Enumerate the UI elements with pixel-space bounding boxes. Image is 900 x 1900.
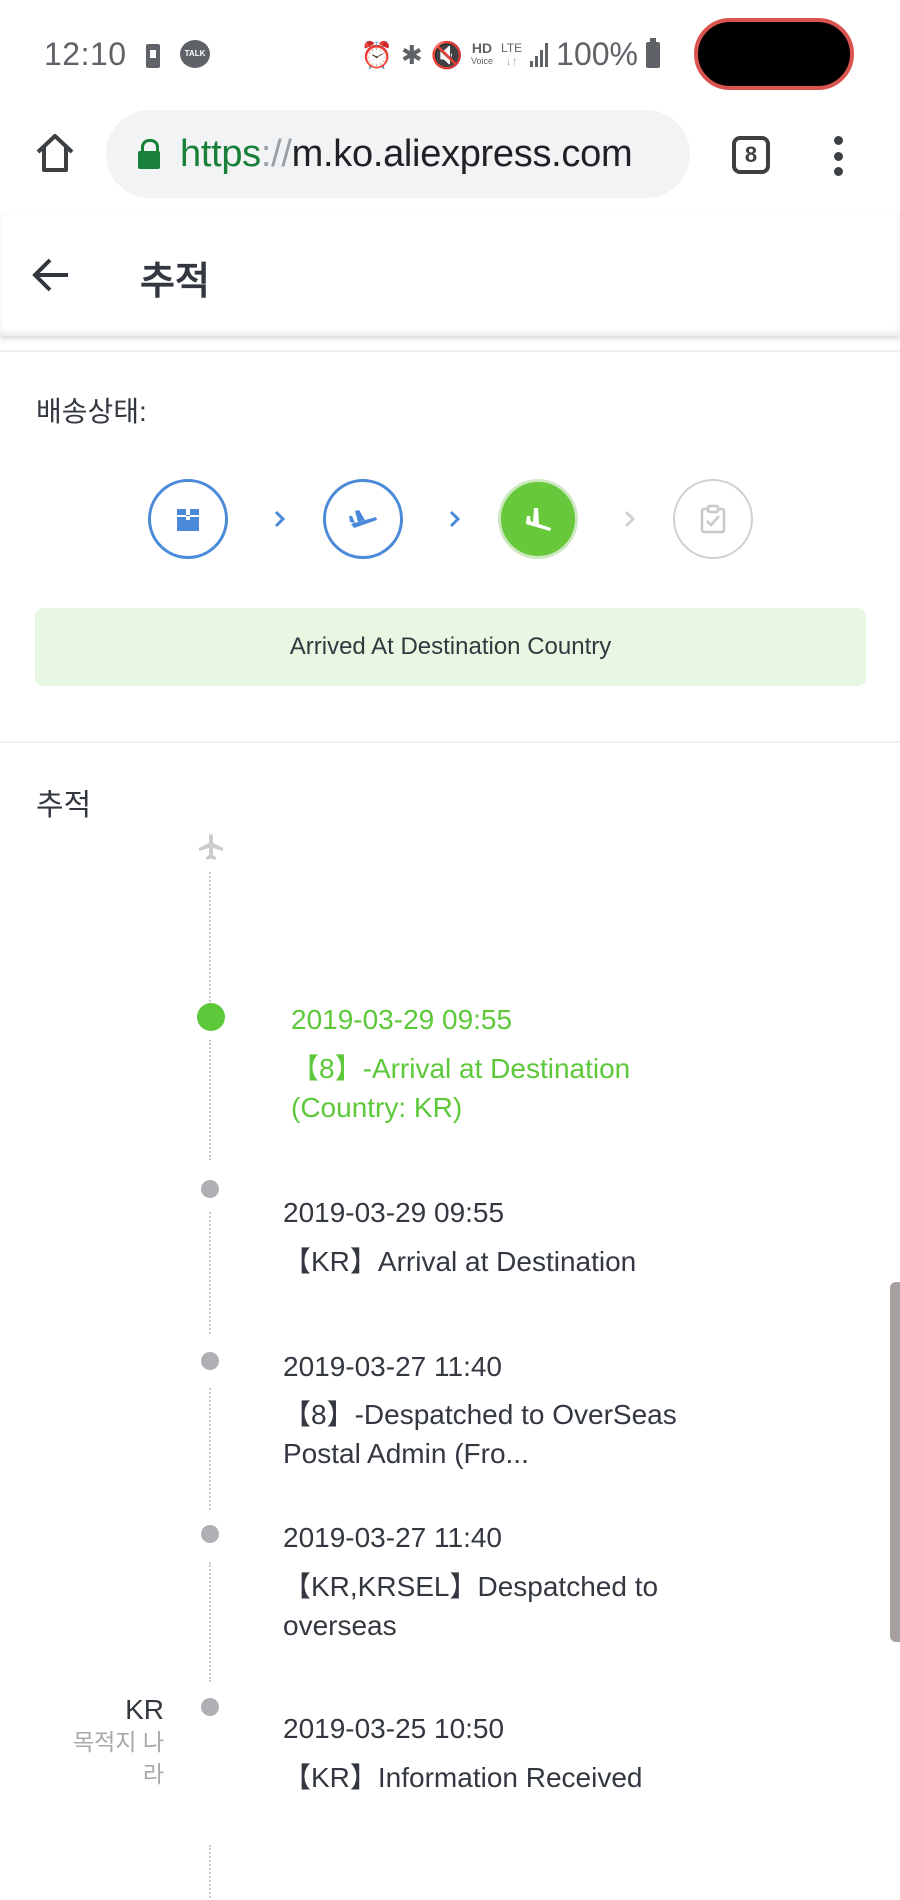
step-delivered [673, 479, 753, 559]
event-time: 2019-03-29 09:55 [291, 1004, 513, 1035]
location-name: 목적지 나라 [72, 1729, 164, 1787]
timeline-connector [209, 1562, 211, 1682]
event-time: 2019-03-27 11:40 [283, 1351, 502, 1382]
browser-toolbar: https://m.ko.aliexpress.com 8 [0, 108, 900, 214]
dot [833, 167, 843, 176]
event-description: 【8】-Despatched to OverSeas Postal Admin … [283, 1399, 677, 1469]
browser-menu-button[interactable] [826, 132, 850, 180]
arrow-left-icon [32, 258, 68, 292]
event-time: 2019-03-29 09:55 [283, 1197, 505, 1228]
signal-icon [530, 42, 549, 67]
event-description: 【KR,KRSEL】Despatched to overseas [283, 1571, 659, 1641]
timeline-connector [209, 1212, 211, 1334]
timeline-connector [209, 1845, 211, 1900]
lock-icon [138, 139, 160, 169]
scrollbar[interactable] [890, 1282, 900, 1642]
event-time: 2019-03-27 11:40 [283, 1522, 502, 1553]
bluetooth-icon: ✱ [400, 39, 423, 70]
event-location: KR 목적지 나라 [54, 1694, 164, 1790]
plane-landing-icon [526, 508, 551, 531]
timeline-connector [209, 1040, 211, 1160]
delivery-status-label: 배송상태: [36, 396, 147, 427]
step-departed [323, 479, 403, 559]
divider [0, 741, 900, 743]
home-button[interactable] [30, 128, 80, 178]
hd-voice-icon: HD Voice [471, 39, 494, 66]
page-title: 추적 [140, 261, 210, 303]
battery-icon [646, 37, 660, 68]
location-code: KR [125, 1694, 164, 1725]
back-button[interactable] [30, 254, 72, 296]
event-description: 【8】-Arrival at Destination (Country: KR) [291, 1053, 631, 1123]
plane-icon [199, 834, 223, 860]
dot [833, 151, 843, 161]
timeline-node [201, 1352, 219, 1370]
timeline-node-active [197, 1003, 225, 1031]
alarm-icon: ⏰ [360, 39, 393, 70]
battery-percent: 100% [556, 36, 638, 72]
timeline-node [201, 1698, 219, 1716]
timeline-connector [209, 872, 211, 1002]
clipboard-check-icon [700, 504, 726, 534]
kakaotalk-icon: TALK [180, 40, 210, 68]
divider [0, 350, 900, 352]
package-icon [177, 509, 199, 531]
address-bar[interactable]: https://m.ko.aliexpress.com [106, 110, 690, 198]
event-description: 【KR】Arrival at Destination [283, 1246, 637, 1277]
delivery-progress [148, 479, 754, 559]
timeline-node [201, 1525, 219, 1543]
status-bar: 12:10 TALK ⏰ ✱ 🔇 HD Voice LTE ↓↑ 100% [0, 0, 900, 108]
step-shipped [148, 479, 228, 559]
clock: 12:10 [44, 36, 127, 72]
lte-icon: LTE ↓↑ [501, 40, 523, 68]
event-description: 【KR】Information Received [283, 1762, 643, 1793]
chevron-right-icon [616, 505, 644, 533]
tab-switcher-button[interactable]: 8 [732, 136, 770, 174]
vibrate-icon: 🔇 [430, 39, 463, 70]
timeline-node [201, 1180, 219, 1198]
step-arrived [498, 479, 578, 559]
url-text: https://m.ko.aliexpress.com [180, 132, 633, 175]
status-icons: ⏰ ✱ 🔇 HD Voice LTE ↓↑ 100% [360, 36, 660, 73]
tracking-title: 추적 [36, 789, 92, 822]
plane-takeoff-icon [349, 510, 377, 528]
dot [833, 136, 843, 145]
sim-icon [146, 44, 160, 68]
timeline-connector [209, 1388, 211, 1510]
chevron-right-icon [266, 505, 294, 533]
redacted-region [694, 18, 854, 90]
chevron-right-icon [441, 505, 469, 533]
app-header: 추적 [0, 214, 900, 336]
home-icon [36, 134, 74, 172]
event-time: 2019-03-25 10:50 [283, 1713, 505, 1744]
current-status-banner: Arrived At Destination Country [35, 608, 866, 686]
